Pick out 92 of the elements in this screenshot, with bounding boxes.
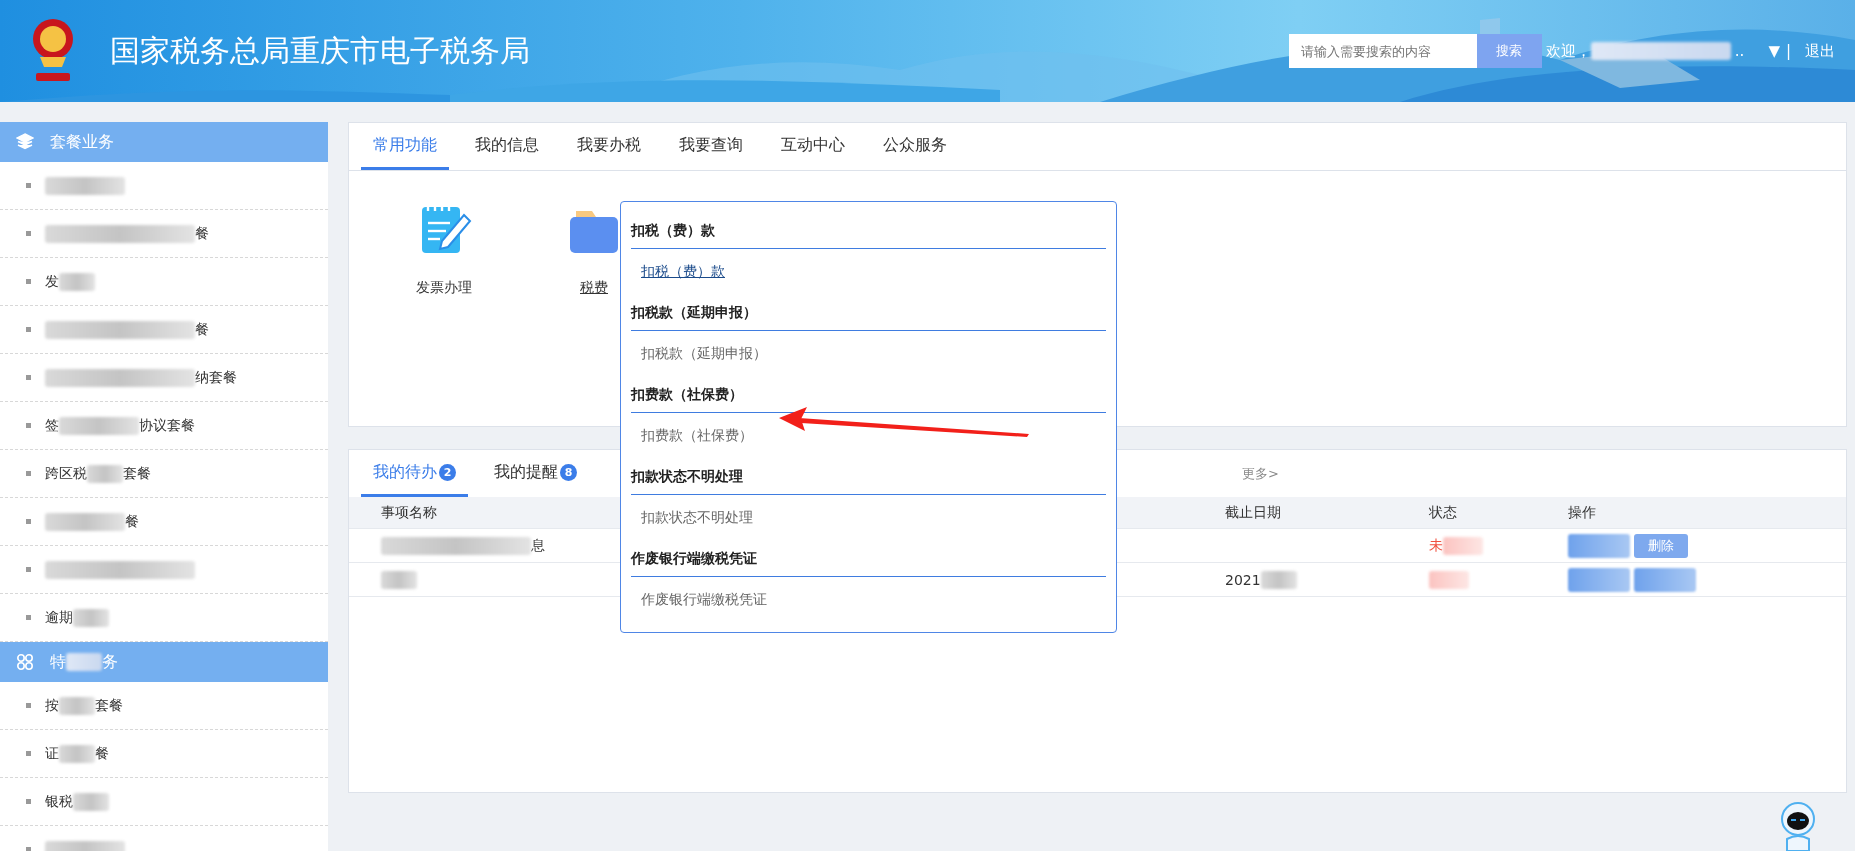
item-text: 纳套餐 — [195, 368, 237, 387]
blurred-text — [1260, 570, 1297, 589]
item-text: 息 — [531, 536, 545, 555]
bullet-icon — [26, 279, 31, 284]
section-title: 务 — [102, 651, 118, 673]
sidebar-item[interactable]: 签 协议套餐 — [0, 402, 328, 450]
menu-item[interactable]: 扣税款（延期申报） — [641, 345, 767, 361]
blurred-text — [59, 272, 95, 291]
sidebar-item[interactable]: 餐 — [0, 306, 328, 354]
tab[interactable]: 我要查询 — [667, 123, 755, 170]
section-title: 套餐业务 — [50, 131, 114, 153]
item-text: 餐 — [195, 320, 209, 339]
bullet-icon — [26, 847, 31, 851]
menu-group-heading: 扣税（费）款 — [631, 212, 1106, 249]
tab[interactable]: 常用功能 — [361, 123, 449, 170]
welcome-text: 欢迎， — [1545, 41, 1591, 61]
sidebar-item[interactable]: 证 餐 — [0, 730, 328, 778]
sidebar-item[interactable]: 餐 — [0, 210, 328, 258]
item-text: 套餐 — [95, 696, 123, 715]
menu-item[interactable]: 作废银行端缴税凭证 — [641, 591, 767, 607]
blurred-text — [73, 792, 109, 811]
bullet-icon — [26, 567, 31, 572]
item-text: 餐 — [125, 512, 139, 531]
bullet-icon — [26, 231, 31, 236]
item-text: 逾期 — [45, 608, 73, 627]
blurred-text — [381, 570, 417, 589]
sidebar-item[interactable]: 餐 — [0, 498, 328, 546]
menu-item[interactable]: 扣费款（社保费） — [641, 427, 753, 443]
item-text: 餐 — [195, 224, 209, 243]
blurred-text — [73, 608, 109, 627]
blurred-text — [1443, 536, 1483, 555]
sidebar-item[interactable]: 纳套餐 — [0, 354, 328, 402]
bullet-icon — [26, 471, 31, 476]
item-text: 餐 — [95, 744, 109, 763]
menu-group-heading: 扣税款（延期申报） — [631, 294, 1106, 331]
column-header: 状态 — [1429, 503, 1457, 522]
column-header: 事项名称 — [381, 503, 437, 522]
item-text: 2021 — [1225, 571, 1261, 588]
blurred-text — [1429, 570, 1469, 589]
more-link[interactable]: 更多> — [1242, 465, 1279, 483]
menu-item[interactable]: 扣款状态不明处理 — [641, 509, 753, 525]
item-text: 签 — [45, 416, 59, 435]
bullet-icon — [26, 703, 31, 708]
blurred-text — [66, 653, 102, 671]
separator-text: | — [1785, 42, 1791, 60]
status-text: 未 — [1429, 536, 1443, 555]
blurred-text — [59, 696, 95, 715]
item-text: 按 — [45, 696, 59, 715]
bullet-icon — [26, 799, 31, 804]
site-title: 国家税务总局重庆市电子税务局 — [110, 31, 531, 70]
bullet-icon — [26, 375, 31, 380]
sidebar-item[interactable]: 跨区税 套餐 — [0, 450, 328, 498]
column-header: 截止日期 — [1225, 503, 1281, 522]
bullet-icon — [26, 327, 31, 332]
tab[interactable]: 公众服务 — [871, 123, 959, 170]
item-text: 银税 — [45, 792, 73, 811]
menu-item[interactable]: 扣税（费）款 — [641, 263, 725, 279]
item-text: 套餐 — [123, 464, 151, 483]
count-badge: 8 — [560, 463, 577, 481]
bullet-icon — [26, 519, 31, 524]
tab[interactable]: 我的提醒 8 — [482, 450, 589, 497]
tab[interactable]: 我要办税 — [565, 123, 653, 170]
item-text: 协议套餐 — [139, 416, 195, 435]
menu-group-heading: 扣款状态不明处理 — [631, 458, 1106, 495]
bullet-icon — [26, 615, 31, 620]
menu-group-heading: 作废银行端缴税凭证 — [631, 540, 1106, 577]
blurred-button[interactable] — [1568, 567, 1630, 592]
section-title: 特 — [50, 651, 66, 673]
column-header: 操作 — [1568, 503, 1596, 522]
bullet-icon — [26, 183, 31, 188]
blurred-text — [59, 744, 95, 763]
ellipsis-text: .. — [1734, 42, 1745, 60]
bullet-icon — [26, 751, 31, 756]
search-field[interactable]: 请输入需要搜索的内容 — [1288, 34, 1477, 68]
sidebar-item[interactable]: 按 套餐 — [0, 682, 328, 730]
layers-icon — [16, 133, 34, 151]
item-text: 发 — [45, 272, 59, 291]
blurred-button[interactable] — [1568, 533, 1630, 558]
sidebar-item[interactable]: 银税 — [0, 778, 328, 826]
tab[interactable]: 互动中心 — [769, 123, 857, 170]
blurred-text — [87, 464, 123, 483]
item-text: 证 — [45, 744, 59, 763]
shortcut-link[interactable]: 税费 — [580, 279, 608, 297]
bullet-icon — [26, 423, 31, 428]
count-badge: 2 — [439, 463, 456, 481]
tab[interactable]: 我的信息 — [463, 123, 551, 170]
item-text: 跨区税 — [45, 464, 87, 483]
menu-group-heading: 扣费款（社保费） — [631, 376, 1106, 413]
grid-icon — [16, 653, 34, 671]
sidebar-item[interactable]: 发 — [0, 258, 328, 306]
blurred-button[interactable] — [1634, 567, 1696, 592]
shortcut-link[interactable]: 发票办理 — [416, 279, 472, 297]
